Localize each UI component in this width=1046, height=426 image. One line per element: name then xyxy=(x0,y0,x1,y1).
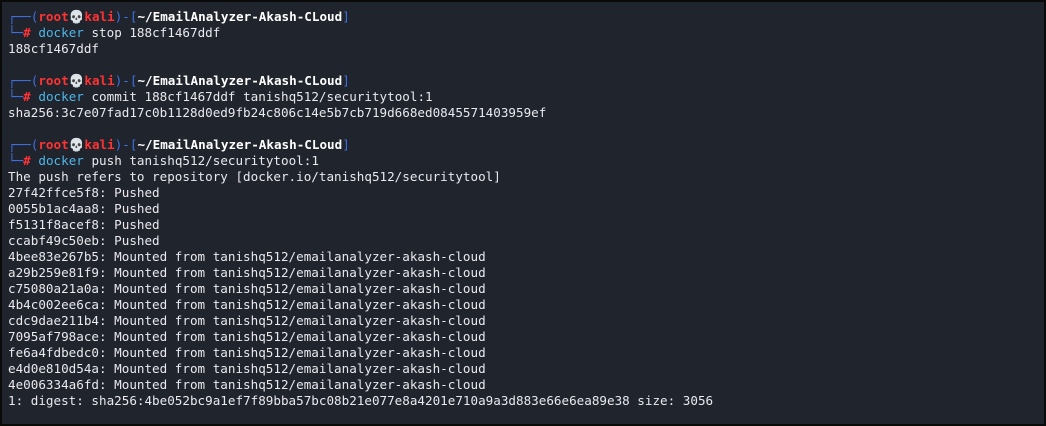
output-line: 27f42ffce5f8: Pushed xyxy=(8,185,160,200)
prompt-user: root xyxy=(38,137,69,152)
command-line: └─# docker push tanishq512/securitytool:… xyxy=(8,153,319,168)
output-line: cdc9dae211b4: Mounted from tanishq512/em… xyxy=(8,313,486,328)
skull-icon: 💀 xyxy=(68,137,85,152)
skull-icon: 💀 xyxy=(68,9,85,24)
output-line: f5131f8acef8: Pushed xyxy=(8,217,160,232)
output-line: ccabf49c50eb: Pushed xyxy=(8,233,160,248)
prompt-path: ~/EmailAnalyzer-Akash-CLoud xyxy=(137,73,343,88)
output-line: fe6a4fdbedc0: Mounted from tanishq512/em… xyxy=(8,345,486,360)
prompt-line: ┌──(root💀kali)-[~/EmailAnalyzer-Akash-CL… xyxy=(8,73,350,88)
output-line: The push refers to repository [docker.io… xyxy=(8,169,501,184)
command-name: docker xyxy=(38,153,84,168)
prompt-path: ~/EmailAnalyzer-Akash-CLoud xyxy=(137,9,343,24)
terminal-window[interactable]: ┌──(root💀kali)-[~/EmailAnalyzer-Akash-CL… xyxy=(0,0,1046,426)
prompt-path: ~/EmailAnalyzer-Akash-CLoud xyxy=(137,137,343,152)
command-args: push tanishq512/securitytool:1 xyxy=(83,153,319,168)
prompt-user: root xyxy=(38,73,69,88)
prompt-line: ┌──(root💀kali)-[~/EmailAnalyzer-Akash-CL… xyxy=(8,137,350,152)
output-line: 1: digest: sha256:4be052bc9a1ef7f89bba57… xyxy=(8,393,714,408)
prompt-user: root xyxy=(38,9,69,24)
command-name: docker xyxy=(38,25,84,40)
command-args: stop 188cf1467ddf xyxy=(83,25,221,40)
skull-icon: 💀 xyxy=(68,73,85,88)
output-line: 4e006334a6fd: Mounted from tanishq512/em… xyxy=(8,377,486,392)
output-line: c75080a21a0a: Mounted from tanishq512/em… xyxy=(8,281,486,296)
output-line: 7095af798ace: Mounted from tanishq512/em… xyxy=(8,329,486,344)
command-line: └─# docker commit 188cf1467ddf tanishq51… xyxy=(8,89,433,104)
output-line: 188cf1467ddf xyxy=(8,41,99,56)
command-name: docker xyxy=(38,89,84,104)
prompt-line: ┌──(root💀kali)-[~/EmailAnalyzer-Akash-CL… xyxy=(8,9,350,24)
command-block: ┌──(root💀kali)-[~/EmailAnalyzer-Akash-CL… xyxy=(8,9,1038,57)
prompt-host: kali xyxy=(84,137,115,152)
output-line: 4b4c002ee6ca: Mounted from tanishq512/em… xyxy=(8,297,486,312)
prompt-symbol: # xyxy=(23,89,31,104)
prompt-host: kali xyxy=(84,73,115,88)
output-line: 4bee83e267b5: Mounted from tanishq512/em… xyxy=(8,249,486,264)
output-line: sha256:3c7e07fad17c0b1128d0ed9fb24c806c1… xyxy=(8,105,547,120)
output-line: 0055b1ac4aa8: Pushed xyxy=(8,201,160,216)
prompt-symbol: # xyxy=(23,153,31,168)
output-line: a29b259e81f9: Mounted from tanishq512/em… xyxy=(8,265,486,280)
output-line: e4d0e810d54a: Mounted from tanishq512/em… xyxy=(8,361,486,376)
command-line: └─# docker stop 188cf1467ddf xyxy=(8,25,221,40)
prompt-symbol: # xyxy=(23,25,31,40)
prompt-host: kali xyxy=(84,9,115,24)
command-block: ┌──(root💀kali)-[~/EmailAnalyzer-Akash-CL… xyxy=(8,137,1038,409)
command-args: commit 188cf1467ddf tanishq512/securityt… xyxy=(83,89,433,104)
command-block: ┌──(root💀kali)-[~/EmailAnalyzer-Akash-CL… xyxy=(8,73,1038,121)
